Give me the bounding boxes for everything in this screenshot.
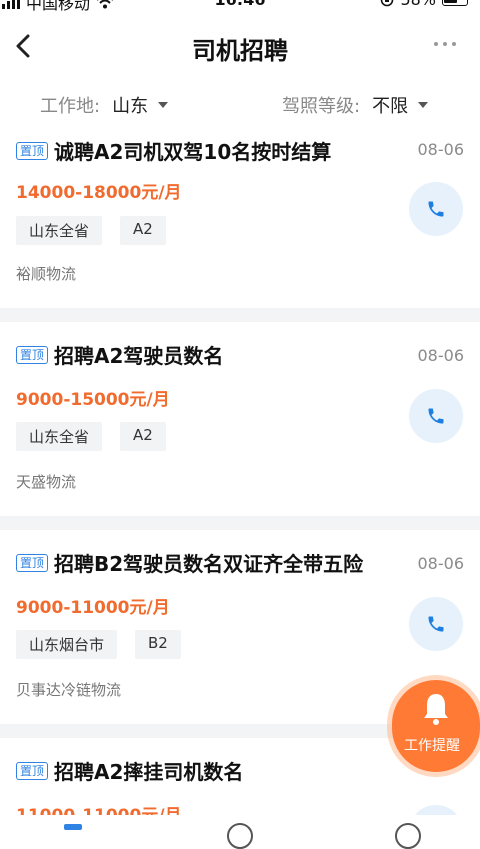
pinned-badge: 置顶 — [16, 141, 49, 160]
job-card[interactable]: 置顶 招聘A2驾驶员数名 08-06 9000-15000元/月 山东全省 A2… — [0, 322, 480, 516]
license-filter-value: 不限 — [372, 96, 409, 117]
bell-icon — [424, 694, 448, 725]
license-chip: A2 — [120, 422, 166, 451]
location-filter-label: 工作地: — [40, 96, 101, 117]
pinned-badge: 置顶 — [16, 345, 49, 364]
job-salary: 9000-15000元/月 — [16, 390, 170, 410]
nav-bar: 司机招聘 — [0, 20, 480, 74]
license-chip: A2 — [120, 216, 166, 245]
dropdown-caret-icon — [418, 102, 429, 108]
license-chip: B2 — [135, 630, 181, 659]
job-date: 08-06 — [417, 554, 465, 573]
work-reminder-button[interactable]: 工作提醒 — [392, 680, 480, 772]
divider — [0, 308, 480, 322]
job-title: 诚聘A2司机双驾10名按时结算 — [54, 140, 332, 164]
filter-bar: 工作地: 山东 驾照等级: 不限 — [0, 86, 480, 122]
license-filter-label: 驾照等级: — [282, 96, 361, 117]
tab-discover-icon[interactable] — [227, 823, 253, 849]
license-filter[interactable]: 驾照等级: 不限 — [282, 92, 429, 118]
job-card[interactable]: 置顶 诚聘A2司机双驾10名按时结算 08-06 14000-18000元/月 … — [0, 130, 480, 308]
company-name: 天盛物流 — [16, 473, 77, 491]
company-name: 裕顺物流 — [16, 265, 77, 283]
call-button[interactable] — [409, 597, 463, 651]
region-chip: 山东全省 — [16, 422, 103, 451]
orientation-lock-icon — [381, 0, 394, 6]
job-salary: 14000-18000元/月 — [16, 183, 182, 203]
region-chip: 山东烟台市 — [16, 630, 118, 659]
phone-icon — [428, 616, 444, 632]
phone-icon — [428, 408, 444, 424]
pinned-badge: 置顶 — [16, 553, 49, 572]
job-salary: 9000-11000元/月 — [16, 598, 170, 618]
job-date: 08-06 — [417, 346, 465, 365]
battery-percent: 58% — [400, 0, 436, 9]
work-reminder-label: 工作提醒 — [404, 738, 460, 754]
phone-icon — [428, 201, 444, 217]
status-bar: 中国移动 16:46 58% — [0, 0, 480, 13]
job-title: 招聘A2摔挂司机数名 — [54, 760, 244, 784]
tab-profile-icon[interactable] — [395, 823, 421, 849]
call-button[interactable] — [409, 389, 463, 443]
call-button[interactable] — [409, 182, 463, 236]
pinned-badge: 置顶 — [16, 761, 49, 780]
bottom-tab-bar — [0, 815, 480, 849]
job-date: 08-06 — [417, 140, 465, 159]
tab-home-icon[interactable] — [64, 824, 82, 830]
job-title: 招聘B2驾驶员数名双证齐全带五险 — [54, 552, 364, 576]
more-options-icon[interactable] — [434, 42, 456, 46]
location-filter[interactable]: 工作地: 山东 — [40, 92, 169, 118]
company-name: 贝事达冷链物流 — [16, 681, 122, 699]
dropdown-caret-icon — [158, 102, 169, 108]
job-title: 招聘A2驾驶员数名 — [54, 344, 224, 368]
divider — [0, 516, 480, 530]
location-filter-value: 山东 — [112, 96, 149, 117]
region-chip: 山东全省 — [16, 216, 103, 245]
page-title: 司机招聘 — [192, 37, 288, 65]
battery-icon — [442, 0, 468, 6]
